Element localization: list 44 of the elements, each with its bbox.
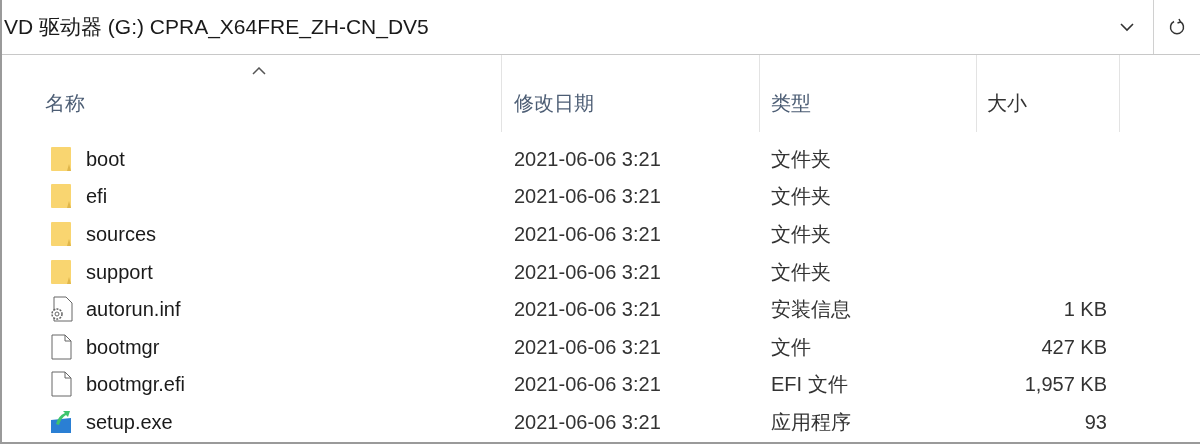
modified-date-cell: 2021-06-06 3:21	[514, 335, 661, 358]
file-name[interactable]: sources	[86, 219, 157, 249]
address-path: VD 驱动器 (G:) CPRA_X64FRE_ZH-CN_DV5	[3, 14, 429, 41]
modified-date-cell: 2021-06-06 3:21	[514, 298, 661, 321]
settings-file-icon	[49, 296, 73, 323]
folder-icon	[50, 183, 72, 210]
size-cell-text: 93	[1084, 409, 1107, 435]
size-cell-text: 1,957 KB	[1024, 372, 1107, 398]
dropdown-chevron-icon[interactable]	[1119, 22, 1135, 32]
type-cell: 文件	[771, 335, 811, 358]
file-name[interactable]: bootmgr	[86, 331, 160, 362]
type-cell: 文件夹	[771, 185, 831, 208]
modified-date-cell: 2021-06-06 3:21	[514, 260, 661, 283]
modified-date-cell: 2021-06-06 3:21	[514, 185, 661, 208]
modified-date-cell: 2021-06-06 3:21	[514, 147, 661, 170]
type-cell: EFI 文件	[771, 373, 848, 396]
modified-date-cell: 2021-06-06 3:21	[514, 373, 661, 396]
refresh-icon[interactable]	[1168, 18, 1186, 36]
file-name[interactable]: efi	[86, 181, 108, 212]
modified-date-cell: 2021-06-06 3:21	[514, 410, 661, 433]
type-cell: 文件夹	[771, 147, 831, 170]
sort-caret-icon	[251, 67, 266, 75]
folder-icon	[50, 221, 72, 247]
file-name[interactable]: bootmgr.efi	[86, 369, 185, 400]
file-icon	[50, 333, 72, 360]
size-cell-text: 427 KB	[1041, 334, 1107, 360]
size-cell-text: 1 KB	[1063, 297, 1107, 323]
file-name[interactable]: setup.exe	[86, 406, 173, 437]
column-header[interactable]: 名称	[2, 55, 502, 132]
installer-icon	[50, 409, 72, 434]
column-header[interactable]: 类型	[760, 55, 977, 132]
folder-icon	[50, 258, 72, 285]
column-header[interactable]: 修改日期	[502, 55, 760, 132]
file-name[interactable]: support	[86, 256, 153, 287]
file-icon	[50, 371, 72, 398]
modified-date-cell: 2021-06-06 3:21	[514, 223, 661, 245]
folder-icon	[50, 145, 72, 172]
type-cell: 文件夹	[771, 223, 831, 245]
column-header[interactable]: 大小	[977, 55, 1120, 132]
file-name[interactable]: boot	[86, 143, 125, 174]
type-cell: 应用程序	[771, 410, 851, 433]
type-cell: 文件夹	[771, 260, 831, 283]
file-name[interactable]: autorun.inf	[86, 294, 181, 325]
type-cell: 安装信息	[771, 298, 851, 321]
